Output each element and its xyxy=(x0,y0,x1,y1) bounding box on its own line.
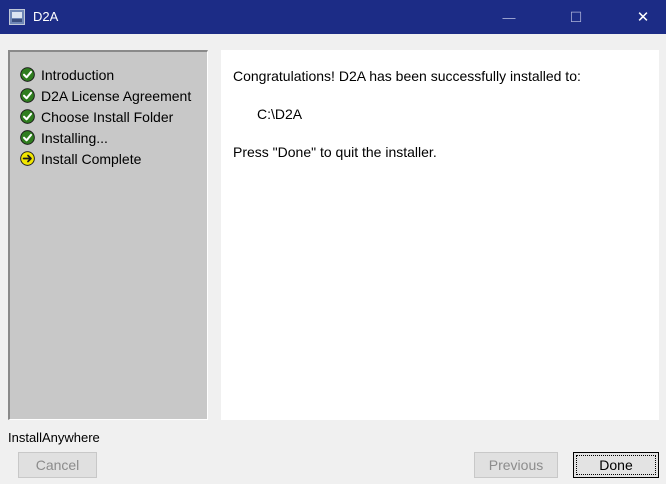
done-instruction: Press "Done" to quit the installer. xyxy=(233,144,437,160)
step-item: Installing... xyxy=(20,127,191,148)
minimize-icon: — xyxy=(502,9,516,25)
title-bar[interactable]: D2A — ☐ ✕ xyxy=(0,0,666,34)
done-button[interactable]: Done xyxy=(573,452,659,478)
install-path: C:\D2A xyxy=(257,106,303,122)
content-panel: Congratulations! D2A has been successful… xyxy=(221,50,659,420)
checkmark-icon xyxy=(20,67,35,82)
step-item: Install Complete xyxy=(20,148,191,169)
checkmark-icon xyxy=(20,130,35,145)
steps-list: Introduction D2A License Agreement Choose … xyxy=(20,64,191,169)
step-label: D2A License Agreement xyxy=(41,87,192,104)
step-item: Choose Install Folder xyxy=(20,106,191,127)
step-label: Installing... xyxy=(41,129,108,146)
installer-frame: Introduction D2A License Agreement Choose … xyxy=(0,34,666,484)
step-item: Introduction xyxy=(20,64,191,85)
step-label: Choose Install Folder xyxy=(41,108,174,125)
window-title: D2A xyxy=(33,9,59,24)
steps-panel: Introduction D2A License Agreement Choose … xyxy=(8,50,208,420)
arrow-right-icon xyxy=(20,151,35,166)
checkmark-icon xyxy=(20,109,35,124)
step-label: Introduction xyxy=(41,66,115,83)
app-icon xyxy=(9,9,25,25)
step-label: Install Complete xyxy=(41,150,142,167)
minimize-button[interactable]: — xyxy=(486,0,532,34)
checkmark-icon xyxy=(20,88,35,103)
cancel-button[interactable]: Cancel xyxy=(18,452,97,478)
success-message: Congratulations! D2A has been successful… xyxy=(233,68,581,84)
step-item: D2A License Agreement xyxy=(20,85,191,106)
close-icon: ✕ xyxy=(636,9,650,26)
brand-label: InstallAnywhere xyxy=(8,430,100,445)
maximize-button[interactable]: ☐ xyxy=(553,0,599,34)
maximize-icon: ☐ xyxy=(569,8,583,25)
close-button[interactable]: ✕ xyxy=(620,0,666,34)
previous-button[interactable]: Previous xyxy=(474,452,558,478)
